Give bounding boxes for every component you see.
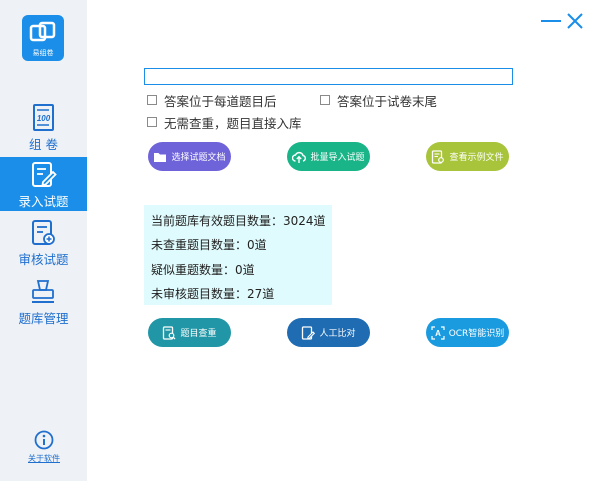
- checkbox-label: 答案位于每道题目后: [164, 93, 277, 109]
- logo-label: 易组卷: [32, 49, 54, 57]
- sidebar-item-label: 录入试题: [18, 194, 69, 209]
- info-icon: [34, 430, 54, 450]
- button-label: 查看示例文件: [449, 153, 504, 163]
- ocr-recognize-button[interactable]: A OCR智能识别: [426, 318, 509, 347]
- minimize-icon[interactable]: [541, 13, 561, 29]
- sidebar-item-label: 题库管理: [18, 311, 69, 326]
- sidebar-item-enter-questions[interactable]: 录入试题: [0, 157, 87, 211]
- folder-icon: [154, 152, 167, 162]
- stats-panel: 当前题库有效题目数量：3024道 未查重题目数量：0道 疑似重题数量：0道 未审…: [144, 205, 332, 305]
- select-document-button[interactable]: 选择试题文档: [148, 142, 231, 171]
- sidebar-item-compose[interactable]: 100 组 卷: [0, 100, 87, 154]
- button-label: 批量导入试题: [310, 153, 365, 163]
- edit-document-icon: [32, 162, 57, 187]
- sidebar-item-review-questions[interactable]: 审核试题: [0, 215, 87, 269]
- sidebar-item-label: 组 卷: [29, 137, 58, 152]
- button-label: 人工比对: [319, 329, 356, 339]
- skip-duplicate-check-checkbox[interactable]: 无需查重，题目直接入库: [147, 114, 302, 131]
- view-sample-button[interactable]: 查看示例文件: [426, 142, 509, 171]
- logo-icon: [29, 21, 56, 42]
- close-icon[interactable]: [566, 12, 584, 30]
- stat-unchecked-duplicates: 未查重题目数量：0道: [151, 238, 267, 252]
- svg-text:A: A: [435, 329, 441, 338]
- checkbox-label: 无需查重，题目直接入库: [164, 115, 302, 131]
- check-duplicate-icon: [163, 325, 176, 340]
- check-duplicates-button[interactable]: 题目查重: [148, 318, 231, 347]
- button-label: 选择试题文档: [171, 153, 226, 163]
- review-list-icon: [32, 220, 55, 245]
- svg-text:100: 100: [37, 114, 51, 123]
- paper-100-icon: 100: [33, 104, 54, 131]
- answer-at-end-checkbox[interactable]: 答案位于试卷末尾: [320, 92, 438, 109]
- sidebar: 易组卷 100 组 卷 录入试题 审核试题 题库管理 关于软件: [0, 0, 87, 481]
- manual-compare-icon: [302, 325, 316, 340]
- answer-after-each-question-checkbox[interactable]: 答案位于每道题目后: [147, 92, 277, 109]
- view-file-icon: [432, 149, 445, 164]
- button-label: OCR智能识别: [448, 329, 505, 339]
- checkbox-label: 答案位于试卷末尾: [337, 93, 438, 109]
- ocr-icon: A: [431, 325, 445, 340]
- stat-unreviewed-count: 未审核题目数量：27道: [151, 287, 275, 301]
- button-label: 题目查重: [180, 329, 217, 339]
- stat-suspected-duplicates: 疑似重题数量：0道: [151, 263, 255, 277]
- cloud-upload-icon: [292, 151, 307, 163]
- app-logo: 易组卷: [22, 15, 64, 61]
- stamp-icon: [32, 280, 54, 303]
- stat-valid-count: 当前题库有效题目数量：3024道: [151, 214, 326, 228]
- checkbox-box[interactable]: [147, 95, 157, 105]
- sidebar-item-bank-management[interactable]: 题库管理: [0, 274, 87, 328]
- file-path-input[interactable]: [144, 68, 513, 85]
- batch-import-button[interactable]: 批量导入试题: [287, 142, 370, 171]
- sidebar-item-label: 审核试题: [18, 252, 69, 267]
- manual-compare-button[interactable]: 人工比对: [287, 318, 370, 347]
- about-label: 关于软件: [28, 454, 60, 463]
- about-software-link[interactable]: 关于软件: [22, 430, 66, 466]
- checkbox-box[interactable]: [147, 117, 157, 127]
- checkbox-box[interactable]: [320, 95, 330, 105]
